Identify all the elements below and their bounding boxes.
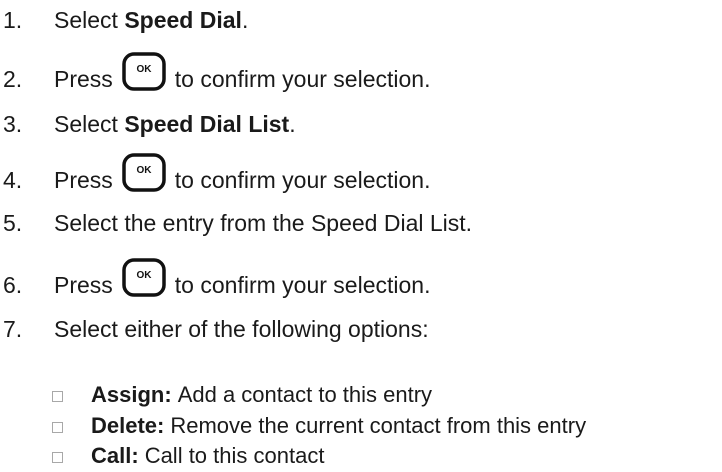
step-number: 6. — [3, 271, 23, 298]
step-text: Select the entry from the Speed Dial Lis… — [54, 209, 473, 236]
step-number: 4. — [3, 166, 23, 193]
step-bold-term: Speed Dial — [124, 6, 242, 33]
step-bold-term: Speed Dial List — [124, 110, 290, 137]
ok-key-icon: OK — [120, 52, 168, 92]
step-1: 1. Select Speed Dial. — [0, 0, 248, 40]
step-text-before: Press — [54, 65, 113, 92]
option-item-delete: Delete: Remove the current contact from … — [52, 413, 586, 439]
checkbox-bullet-icon — [52, 421, 63, 433]
ok-key-label: OK — [136, 270, 152, 281]
ok-key-label: OK — [136, 64, 152, 75]
step-text-before: Press — [54, 271, 113, 298]
instruction-document: 1. Select Speed Dial. 2. Press OK to con… — [0, 0, 722, 472]
step-number: 2. — [3, 65, 23, 92]
checkbox-bullet-icon — [52, 390, 63, 402]
step-number: 1. — [3, 6, 23, 33]
step-6: 6. Press OK to confirm your selection. — [0, 258, 431, 305]
step-5: 5. Select the entry from the Speed Dial … — [0, 203, 472, 243]
ok-key-label: OK — [136, 165, 152, 176]
option-item-call: Call: Call to this contact — [52, 443, 324, 469]
step-number: 7. — [3, 315, 23, 342]
step-number: 3. — [3, 110, 23, 137]
ok-key-icon: OK — [120, 153, 168, 193]
checkbox-bullet-icon — [52, 451, 63, 463]
option-label: Call: — [91, 443, 139, 468]
option-description: Call to this contact — [144, 443, 325, 468]
step-2: 2. Press OK to confirm your selection. — [0, 52, 431, 99]
step-text-before: Press — [54, 166, 113, 193]
option-item-assign: Assign: Add a contact to this entry — [52, 382, 432, 408]
option-description: Add a contact to this entry — [177, 382, 433, 407]
option-label: Assign: — [91, 382, 172, 407]
option-description: Remove the current contact from this ent… — [170, 413, 587, 438]
step-3: 3. Select Speed Dial List. — [0, 104, 296, 144]
step-number: 5. — [3, 209, 23, 236]
step-text-after: to confirm your selection. — [174, 65, 431, 92]
step-text-after: to confirm your selection. — [174, 271, 431, 298]
step-text-after: to confirm your selection. — [174, 166, 431, 193]
ok-key-icon: OK — [120, 258, 168, 298]
step-text: Select Speed Dial List. — [54, 110, 296, 137]
step-text: Select either of the following options: — [54, 315, 429, 342]
step-4: 4. Press OK to confirm your selection. — [0, 153, 431, 200]
step-7: 7. Select either of the following option… — [0, 309, 429, 349]
option-label: Delete: — [91, 413, 165, 438]
step-text: Select Speed Dial. — [54, 6, 249, 33]
